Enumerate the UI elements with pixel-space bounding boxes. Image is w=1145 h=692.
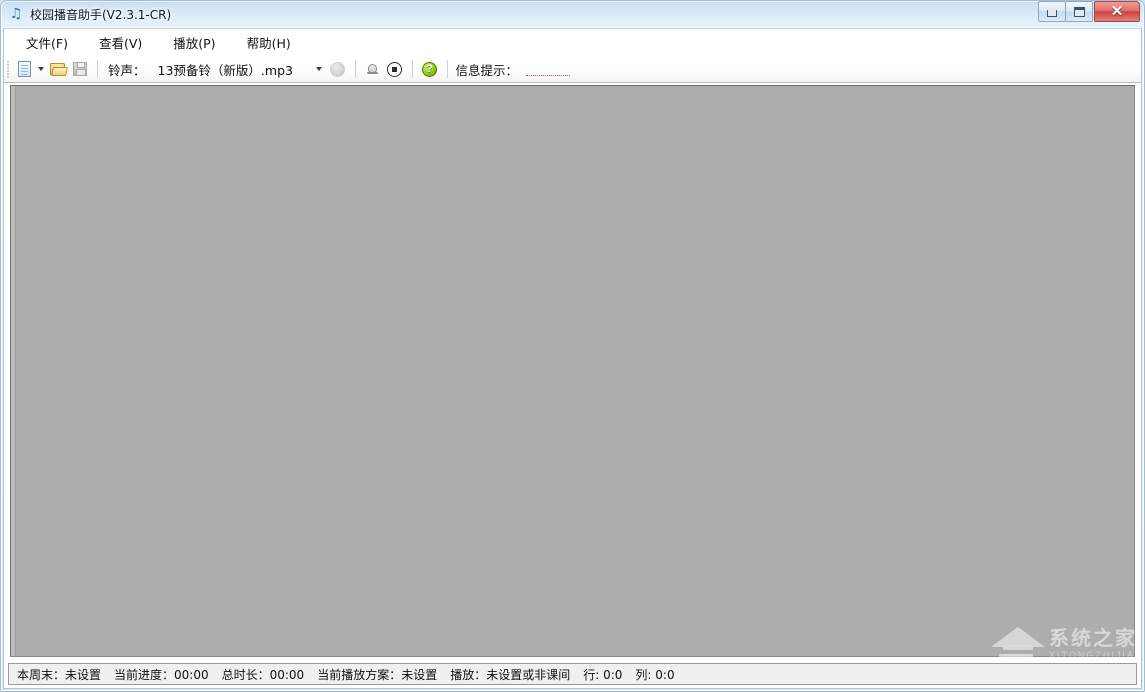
menu-help[interactable]: 帮助(H) bbox=[237, 30, 301, 55]
toolbar-grip[interactable] bbox=[7, 60, 10, 78]
play-button[interactable] bbox=[327, 58, 349, 80]
menu-bar: 文件(F) 查看(V) 播放(P) 帮助(H) bbox=[4, 29, 1141, 56]
window-title: 校园播音助手(V2.3.1-CR) bbox=[30, 7, 172, 22]
toolbar-separator bbox=[97, 60, 98, 78]
stop-button[interactable] bbox=[384, 58, 406, 80]
status-playing: 播放：未设置或非课间 bbox=[450, 667, 571, 682]
bell-icon bbox=[366, 62, 380, 77]
client-area: 文件(F) 查看(V) 播放(P) 帮助(H) 铃声： 13预备铃（新版）.mp… bbox=[3, 28, 1142, 689]
save-disk-icon bbox=[73, 62, 87, 76]
chevron-down-icon bbox=[315, 67, 322, 71]
toolbar-separator bbox=[411, 60, 413, 78]
application-window: ♫ 校园播音助手(V2.3.1-CR) ✕ 文件(F) 查看(V) 播放(P) … bbox=[0, 0, 1145, 692]
editor-frame bbox=[10, 85, 1135, 657]
ring-dropdown-button[interactable] bbox=[311, 59, 327, 79]
info-prompt-value bbox=[526, 63, 571, 76]
stop-circle-icon bbox=[387, 61, 403, 77]
save-file-button[interactable] bbox=[69, 58, 91, 80]
ring-select[interactable]: 13预备铃（新版）.mp3 bbox=[152, 58, 327, 80]
status-bar: 本周末：未设置 当前进度：00:00 总时长：00:00 当前播放方案：未设置 … bbox=[8, 663, 1137, 685]
open-folder-icon bbox=[49, 62, 67, 76]
minimize-icon bbox=[1047, 10, 1057, 17]
music-note-icon: ♫ bbox=[9, 6, 23, 22]
toolbar: 铃声： 13预备铃（新版）.mp3 ? 信息提示： bbox=[4, 56, 1141, 83]
title-bar[interactable]: ♫ 校园播音助手(V2.3.1-CR) bbox=[2, 2, 1143, 26]
status-duration: 总时长：00:00 bbox=[221, 667, 305, 682]
close-button[interactable]: ✕ bbox=[1094, 1, 1140, 22]
editor-gutter bbox=[11, 86, 16, 656]
chevron-down-icon bbox=[38, 67, 44, 71]
close-icon: ✕ bbox=[1110, 3, 1124, 20]
new-document-icon bbox=[17, 61, 31, 77]
menu-view[interactable]: 查看(V) bbox=[89, 30, 152, 55]
play-circle-icon bbox=[330, 61, 346, 77]
editor-surface[interactable] bbox=[11, 86, 1134, 656]
content-area bbox=[4, 83, 1141, 659]
new-document-dropdown-button[interactable] bbox=[35, 58, 47, 80]
status-row: 行: 0:0 bbox=[583, 667, 623, 682]
maximize-button[interactable] bbox=[1065, 1, 1093, 22]
toolbar-separator bbox=[446, 60, 448, 78]
ring-selected-value: 13预备铃（新版）.mp3 bbox=[157, 62, 293, 78]
ring-test-button[interactable] bbox=[362, 58, 384, 80]
status-col: 列: 0:0 bbox=[635, 667, 675, 682]
info-prompt-label: 信息提示： bbox=[455, 62, 519, 78]
window-controls: ✕ bbox=[1038, 1, 1140, 22]
menu-file[interactable]: 文件(F) bbox=[16, 30, 78, 55]
status-scheme: 当前播放方案：未设置 bbox=[317, 667, 438, 682]
help-question-icon: ? bbox=[422, 61, 438, 77]
toolbar-separator bbox=[354, 60, 356, 78]
menu-play[interactable]: 播放(P) bbox=[163, 30, 225, 55]
status-weekend: 本周末：未设置 bbox=[17, 667, 102, 682]
status-progress: 当前进度：00:00 bbox=[114, 667, 209, 682]
maximize-icon bbox=[1073, 6, 1085, 17]
help-button[interactable]: ? bbox=[419, 58, 441, 80]
minimize-button[interactable] bbox=[1038, 1, 1066, 22]
new-document-button[interactable] bbox=[13, 58, 35, 80]
open-file-button[interactable] bbox=[47, 58, 69, 80]
ring-label: 铃声： bbox=[108, 62, 146, 78]
